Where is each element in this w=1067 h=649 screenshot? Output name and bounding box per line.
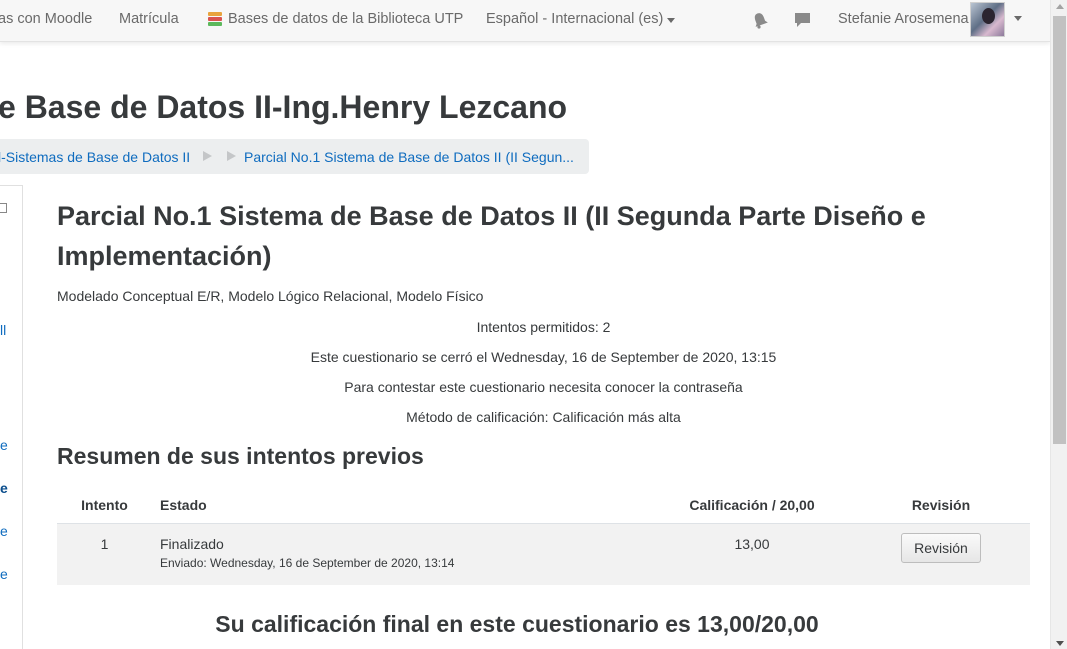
- attempt-state: Finalizado: [160, 535, 224, 552]
- quiz-info-password-required: Para contestar este cuestionario necesit…: [344, 379, 743, 395]
- user-name[interactable]: Stefanie Arosemena: [838, 11, 969, 27]
- chat-icon[interactable]: [794, 12, 811, 28]
- left-nav-item[interactable]: e: [0, 437, 8, 453]
- left-nav-item[interactable]: e: [0, 566, 8, 582]
- table-header-row: Intento Estado Calificación / 20,00 Revi…: [57, 487, 1030, 524]
- breadcrumb-separator-icon: [227, 151, 236, 161]
- left-nav-item[interactable]: ll: [0, 322, 6, 338]
- nav-link-moodle[interactable]: as con Moodle: [0, 11, 92, 27]
- left-nav-block: ll e e e e: [0, 185, 23, 649]
- attempt-submitted-date: Enviado: Wednesday, 16 de September de 2…: [160, 555, 455, 570]
- quiz-info-attempts-allowed: Intentos permitidos: 2: [476, 319, 611, 335]
- page-scrollbar[interactable]: [1050, 0, 1067, 649]
- attempt-state-cell: Finalizado Enviado: Wednesday, 16 de Sep…: [152, 523, 652, 585]
- attempt-grade: 13,00: [652, 523, 852, 585]
- language-menu-label: Español - Internacional (es): [486, 11, 664, 27]
- review-button[interactable]: Revisión: [901, 532, 981, 563]
- quiz-intro: Modelado Conceptual E/R, Modelo Lógico R…: [57, 288, 484, 304]
- attempt-review-cell: Revisión: [852, 523, 1030, 585]
- left-nav-item[interactable]: e: [0, 523, 8, 539]
- quiz-title: Parcial No.1 Sistema de Base de Datos II…: [57, 201, 926, 271]
- left-nav-item-active[interactable]: e: [0, 480, 8, 496]
- attempts-table: Intento Estado Calificación / 20,00 Revi…: [57, 487, 1030, 585]
- database-icon: [208, 11, 222, 27]
- breadcrumb: l-Sistemas de Base de Datos II Parcial N…: [0, 139, 589, 174]
- final-grade-text: Su calificación final en este cuestionar…: [215, 611, 819, 637]
- column-header-grade: Calificación / 20,00: [652, 487, 852, 524]
- breadcrumb-item-course[interactable]: l-Sistemas de Base de Datos II: [0, 149, 190, 165]
- quiz-info: Intentos permitidos: 2 Este cuestionario…: [57, 318, 1030, 438]
- nav-link-matricula[interactable]: Matrícula: [119, 11, 179, 27]
- attempts-summary-heading: Resumen de sus intentos previos: [57, 443, 424, 469]
- scroll-up-arrow-icon[interactable]: [1056, 4, 1064, 9]
- column-header-state: Estado: [152, 487, 652, 524]
- top-navbar: as con Moodle Matrícula Bases de datos d…: [0, 0, 1050, 42]
- scroll-down-arrow-icon[interactable]: [1056, 641, 1064, 646]
- nav-link-library-databases-label: Bases de datos de la Biblioteca UTP: [228, 11, 464, 27]
- block-collapse-icon[interactable]: [0, 203, 7, 213]
- avatar[interactable]: [970, 2, 1005, 37]
- quiz-info-grading-method: Método de calificación: Calificación más…: [406, 409, 681, 425]
- scrollbar-thumb[interactable]: [1053, 16, 1066, 444]
- bell-icon[interactable]: [752, 12, 768, 29]
- chevron-down-icon: [667, 17, 676, 23]
- nav-link-library-databases[interactable]: Bases de datos de la Biblioteca UTP: [208, 11, 463, 27]
- table-row: 1 Finalizado Enviado: Wednesday, 16 de S…: [57, 523, 1030, 585]
- breadcrumb-separator-icon: [203, 151, 212, 161]
- breadcrumb-item-quiz[interactable]: Parcial No.1 Sistema de Base de Datos II…: [244, 149, 574, 165]
- language-menu[interactable]: Español - Internacional (es): [486, 11, 676, 27]
- column-header-attempt: Intento: [57, 487, 152, 524]
- course-title: e Base de Datos II-Ing.Henry Lezcano: [0, 89, 568, 125]
- attempt-number: 1: [57, 523, 152, 585]
- column-header-review: Revisión: [852, 487, 1030, 524]
- user-menu-chevron-icon[interactable]: [1014, 16, 1022, 21]
- quiz-info-closed-date: Este cuestionario se cerró el Wednesday,…: [310, 349, 777, 365]
